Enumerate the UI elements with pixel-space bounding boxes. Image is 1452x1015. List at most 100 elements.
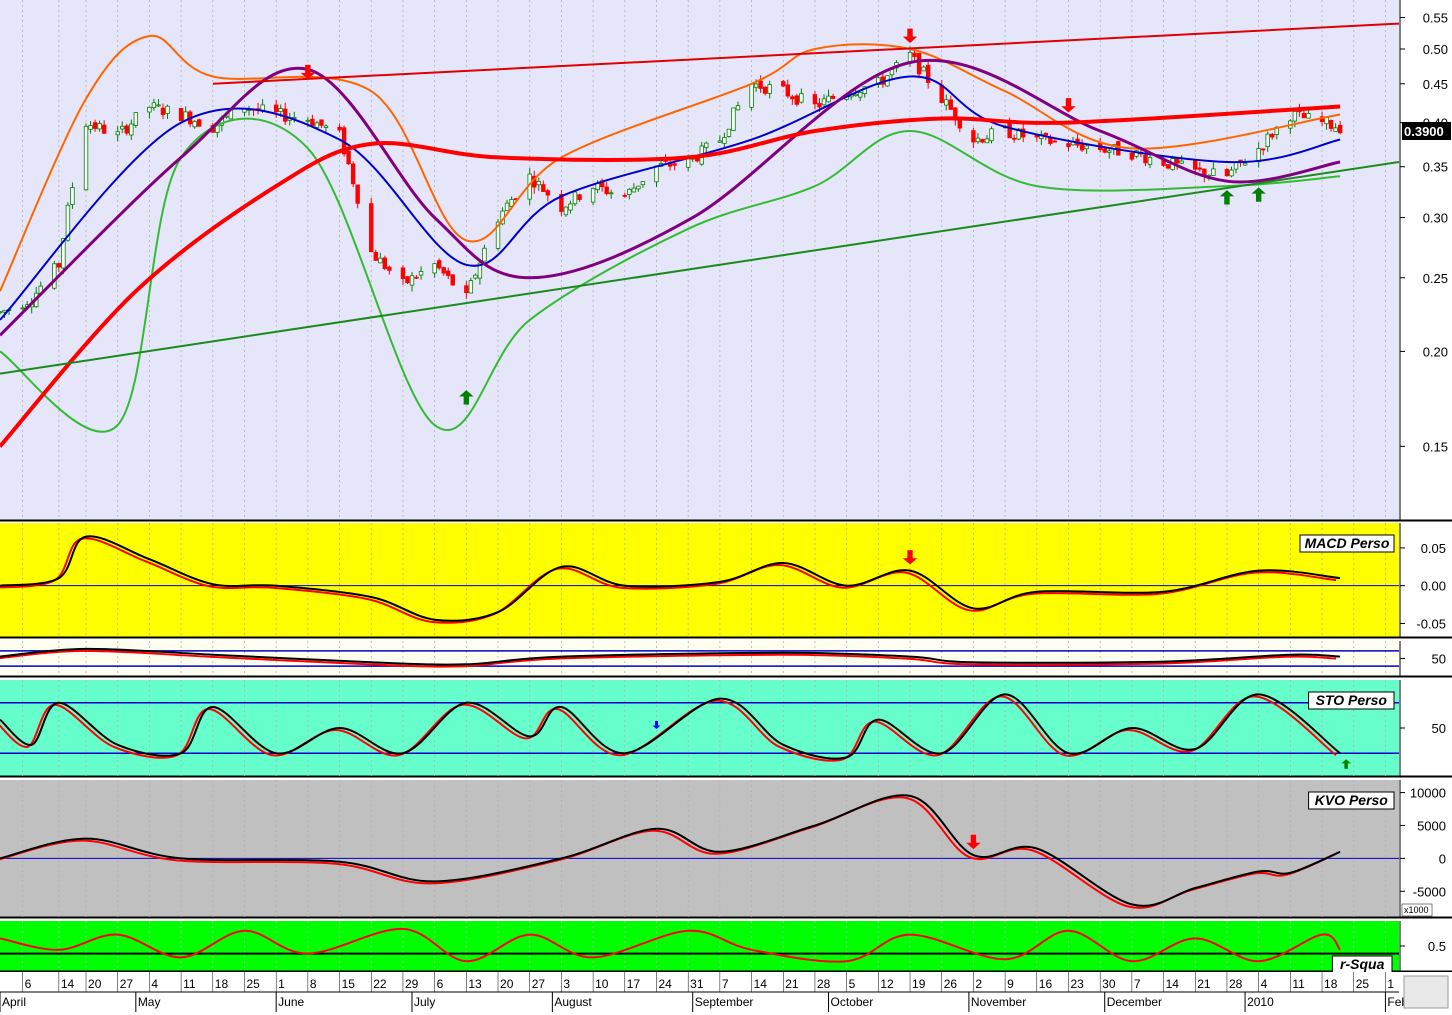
candle-body bbox=[382, 257, 388, 270]
buy-signal-arrow-shaft bbox=[1255, 192, 1262, 202]
candle-body bbox=[1179, 160, 1184, 164]
x-day-label: 6 bbox=[437, 977, 444, 991]
candle-body bbox=[83, 125, 89, 191]
last-price-label: 0.3900 bbox=[1404, 124, 1444, 139]
candle-body bbox=[160, 107, 166, 115]
candle-body bbox=[1084, 145, 1089, 150]
stochastic-label: STO Perso bbox=[1308, 691, 1395, 710]
x-day-label: 21 bbox=[785, 977, 799, 991]
x-month-label: November bbox=[971, 995, 1026, 1009]
candle-body bbox=[830, 95, 836, 99]
stochastic-ytick-label: 50 bbox=[1432, 721, 1446, 736]
candle-body bbox=[156, 104, 161, 107]
candle-body bbox=[369, 203, 374, 253]
candle-body bbox=[192, 121, 197, 128]
candle-body bbox=[1102, 148, 1107, 153]
candle-body bbox=[432, 263, 437, 274]
candle-body bbox=[1197, 167, 1202, 170]
candle-body bbox=[1066, 143, 1071, 148]
candle-body bbox=[984, 138, 990, 144]
price-ytick-label: 0.30 bbox=[1423, 211, 1448, 226]
macd-label: MACD Perso bbox=[1299, 534, 1395, 553]
candle-body bbox=[88, 125, 93, 130]
candle-body bbox=[1079, 144, 1085, 151]
rsi-panel bbox=[0, 641, 1399, 676]
stochastic-buy-arrow-shaft bbox=[1344, 762, 1348, 769]
macd-ytick-label: 0.00 bbox=[1421, 579, 1446, 594]
candle-body bbox=[373, 251, 378, 261]
price-ytick-label: 0.25 bbox=[1423, 271, 1448, 286]
candle-body bbox=[1260, 148, 1266, 151]
x-day-label: 14 bbox=[1166, 977, 1180, 991]
candle-body bbox=[1043, 132, 1049, 136]
candle-body bbox=[1007, 122, 1012, 139]
x-month-label: April bbox=[2, 995, 26, 1009]
candle-body bbox=[504, 202, 510, 211]
candle-body bbox=[545, 190, 551, 196]
candle-body bbox=[101, 124, 107, 134]
candle-body bbox=[735, 105, 741, 111]
x-day-label: 24 bbox=[658, 977, 672, 991]
candle-body bbox=[305, 119, 311, 122]
candle-body bbox=[794, 95, 800, 105]
candle-body bbox=[1224, 169, 1230, 177]
candle-body bbox=[197, 119, 202, 127]
candle-body bbox=[418, 271, 424, 276]
x-day-label: 20 bbox=[500, 977, 514, 991]
candle-body bbox=[1143, 154, 1148, 164]
candle-body bbox=[590, 188, 596, 203]
candle-body bbox=[436, 260, 442, 269]
x-day-label: 15 bbox=[342, 977, 356, 991]
candle-body bbox=[790, 96, 795, 100]
r-squared-label: r-Squa bbox=[1331, 955, 1393, 974]
candle-body bbox=[1233, 161, 1239, 170]
x-day-label: 29 bbox=[405, 977, 419, 991]
candle-body bbox=[541, 184, 546, 192]
candle-body bbox=[604, 186, 609, 195]
x-day-label: 1 bbox=[278, 977, 285, 991]
candle-body bbox=[767, 84, 772, 94]
x-month-label: September bbox=[695, 995, 754, 1009]
candle-body bbox=[821, 98, 827, 106]
macd-ytick-label: -0.05 bbox=[1416, 616, 1446, 631]
kvo-ytick-label: 0 bbox=[1439, 851, 1446, 866]
candle-body bbox=[939, 84, 944, 103]
price-ytick-label: 0.50 bbox=[1423, 42, 1448, 57]
candle-body bbox=[1211, 168, 1216, 176]
kvo-sell-arrow-shaft bbox=[970, 834, 977, 844]
axis-corner-button bbox=[1403, 975, 1449, 1009]
candle-body bbox=[1048, 137, 1053, 144]
kvo-ytick-label: -5000 bbox=[1413, 884, 1446, 899]
stochastic-sell-arrow-shaft bbox=[654, 721, 658, 726]
candle-body bbox=[609, 192, 614, 195]
candle-body bbox=[147, 106, 152, 113]
x-day-label: 14 bbox=[754, 977, 768, 991]
x-day-label: 6 bbox=[25, 977, 32, 991]
candle-body bbox=[124, 125, 129, 134]
x-month-label: December bbox=[1107, 995, 1162, 1009]
candle-body bbox=[378, 257, 383, 264]
kvo-ytick-label: 5000 bbox=[1417, 818, 1446, 833]
x-day-label: 22 bbox=[373, 977, 387, 991]
x-day-label: 16 bbox=[1039, 977, 1053, 991]
candle-body bbox=[636, 185, 641, 190]
candle-body bbox=[812, 94, 818, 105]
candle-body bbox=[799, 93, 804, 103]
candle-body bbox=[577, 194, 582, 200]
candle-body bbox=[785, 84, 790, 97]
candle-body bbox=[1265, 133, 1270, 148]
x-day-label: 3 bbox=[563, 977, 570, 991]
candle-body bbox=[273, 104, 279, 113]
candle-body bbox=[1174, 158, 1180, 164]
candle-body bbox=[781, 81, 786, 87]
x-day-label: 4 bbox=[1261, 977, 1268, 991]
candle-body bbox=[178, 108, 184, 122]
candle-body bbox=[726, 128, 732, 137]
kvo-unit-label: x1000 bbox=[1404, 905, 1429, 915]
x-day-label: 12 bbox=[880, 977, 894, 991]
x-day-label: 30 bbox=[1102, 977, 1116, 991]
x-day-label: 27 bbox=[120, 977, 134, 991]
candle-body bbox=[387, 266, 392, 271]
price-ytick-label: 0.20 bbox=[1423, 344, 1448, 359]
x-day-label: 18 bbox=[215, 977, 229, 991]
